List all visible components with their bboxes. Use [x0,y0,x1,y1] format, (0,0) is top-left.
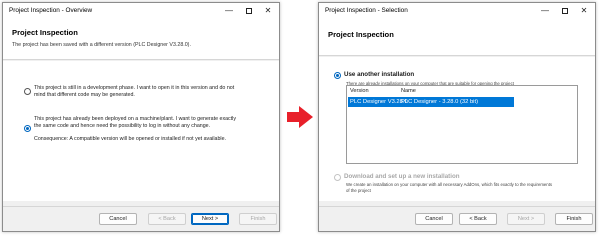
footer-divider [319,206,595,207]
overview-dialog: Project Inspection - Overview — ✕ Projec… [2,2,280,232]
list-item[interactable]: PLC Designer V3.28.0 PLC Designer - 3.28… [348,97,514,107]
window-title: Project Inspection - Overview [9,7,93,14]
close-button[interactable]: ✕ [576,5,592,17]
row-name: PLC Designer - 3.28.0 (32 bit) [401,99,479,105]
row-version: PLC Designer V3.28.0 [350,99,408,105]
close-button[interactable]: ✕ [260,5,276,17]
header-title: Project Inspection [12,28,78,37]
cancel-button[interactable]: Cancel [99,213,137,225]
dialog-header: Project Inspection The project has been … [3,20,279,60]
download-installation-label[interactable]: Download and set up a new installation [344,173,460,180]
finish-button[interactable]: Finish [555,213,593,225]
option-deployed-label[interactable]: This project has already been deployed o… [34,116,236,130]
footer-divider [3,206,279,207]
title-bar[interactable]: Project Inspection - Selection — ✕ [319,3,595,20]
window-title: Project Inspection - Selection [325,7,408,14]
arrow-right-icon [287,106,313,128]
list-header: Version Name [347,86,577,97]
maximize-icon [246,8,252,14]
maximize-icon [562,8,568,14]
finish-button[interactable]: Finish [239,213,277,225]
options-panel: Use another installation There are alrea… [319,57,595,201]
option-development-label[interactable]: This project is still in a development p… [34,85,234,99]
option-deployed-radio[interactable] [24,125,31,132]
minimize-button[interactable]: — [537,5,553,17]
options-panel: This project is still in a development p… [3,61,279,201]
back-button[interactable]: < Back [459,213,497,225]
selection-dialog: Project Inspection - Selection — ✕ Proje… [318,2,596,232]
download-installation-radio[interactable] [334,174,341,181]
cancel-button[interactable]: Cancel [415,213,453,225]
installations-list[interactable]: Version Name PLC Designer V3.28.0 PLC De… [346,85,578,164]
column-header-version[interactable]: Version [350,88,369,94]
download-installation-description: We create an installation on your comput… [346,182,553,193]
option-development-radio[interactable] [24,88,31,95]
next-button[interactable]: Next > [191,213,229,225]
use-another-installation-label[interactable]: Use another installation [344,71,414,78]
maximize-button[interactable] [557,5,573,17]
use-another-installation-radio[interactable] [334,72,341,79]
column-header-name[interactable]: Name [401,88,416,94]
minimize-button[interactable]: — [221,5,237,17]
next-button[interactable]: Next > [507,213,545,225]
back-button[interactable]: < Back [148,213,186,225]
header-description: The project has been saved with a differ… [12,42,191,48]
dialog-header: Project Inspection [319,20,595,56]
title-bar[interactable]: Project Inspection - Overview — ✕ [3,3,279,20]
consequence-text: Consequence: A compatible version will b… [34,136,226,142]
maximize-button[interactable] [241,5,257,17]
header-title: Project Inspection [328,30,394,39]
